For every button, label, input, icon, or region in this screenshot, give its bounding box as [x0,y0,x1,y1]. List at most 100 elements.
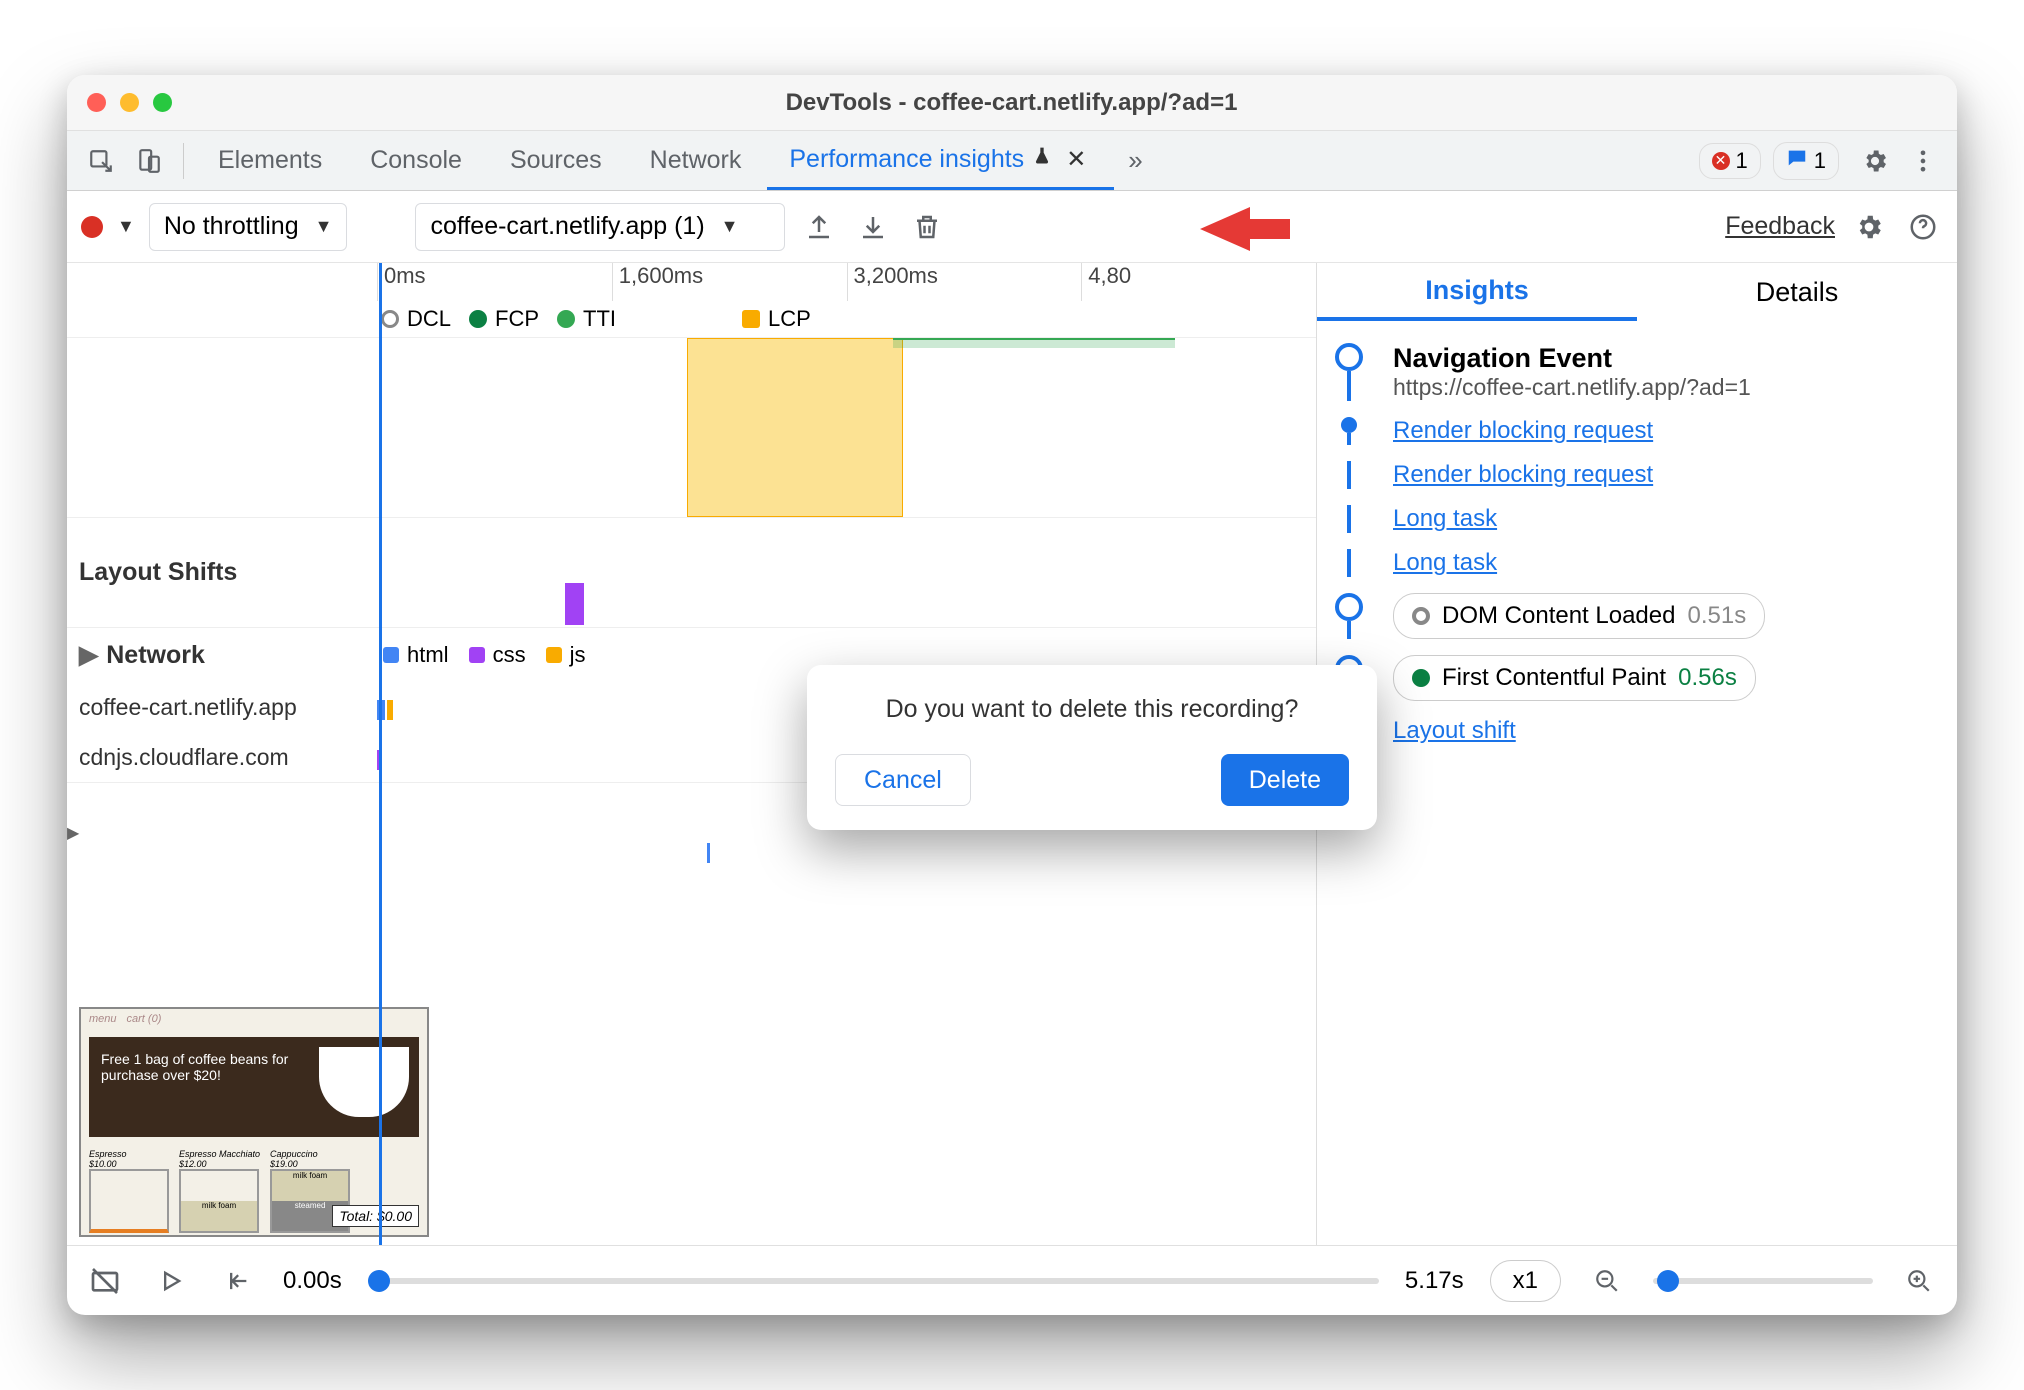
device-toolbar-icon[interactable] [127,139,171,183]
playback-slider[interactable] [368,1278,1379,1284]
insight-long-task[interactable]: Long task [1393,549,1497,577]
messages-badge[interactable]: 1 [1773,142,1839,180]
net-type-html[interactable]: html [383,642,449,668]
insight-fcp-chip[interactable]: First Contentful Paint 0.56s [1393,655,1756,701]
recording-dropdown[interactable]: coffee-cart.netlify.app (1) ▼ [415,203,785,251]
tab-perf-label: Performance insights [789,145,1024,174]
insight-nav-url: https://coffee-cart.netlify.app/?ad=1 [1393,374,1751,401]
tab-elements-label: Elements [218,146,322,175]
tab-network-label: Network [650,146,742,175]
tab-console-label: Console [370,146,462,175]
insight-render-blocking[interactable]: Render blocking request [1393,461,1653,489]
skip-start-icon[interactable] [217,1261,257,1301]
lane-label-network: Network [106,641,205,670]
net-type-js[interactable]: js [546,642,586,668]
marker-tti[interactable]: TTI [557,306,616,332]
throttle-dropdown[interactable]: No throttling ▼ [149,203,348,251]
tab-sources[interactable]: Sources [488,131,624,190]
close-window-button[interactable] [87,93,106,112]
ruler-tick: 1,600ms [612,263,847,301]
devtools-window: DevTools - coffee-cart.netlify.app/?ad=1… [67,75,1957,1315]
filmstrip-frame[interactable]: menu cart (0) Free 1 bag of coffee beans… [79,1007,429,1237]
insight-long-task[interactable]: Long task [1393,505,1497,533]
thumb-nav-menu: menu [89,1013,117,1025]
insight-render-blocking[interactable]: Render blocking request [1393,417,1653,445]
zoom-out-icon[interactable] [1587,1261,1627,1301]
ruler-tick: 4,80 [1081,263,1316,301]
recording-name: coffee-cart.netlify.app (1) [430,212,704,241]
more-tabs-icon[interactable]: » [1118,145,1152,176]
marker-fcp[interactable]: FCP [469,306,539,332]
insights-pane: Insights Details Navigation Event https:… [1317,263,1957,1245]
playhead[interactable] [379,263,382,1245]
thumb-promo: Free 1 bag of coffee beans for purchase … [89,1037,419,1137]
thumb-total: Total: $0.00 [332,1205,419,1227]
green-dot-icon [1412,669,1430,687]
main-lane [67,337,1316,517]
zoom-slider[interactable] [1653,1278,1873,1284]
host-label: coffee-cart.netlify.app [67,694,377,721]
insight-dcl-chip[interactable]: DOM Content Loaded 0.51s [1393,593,1765,639]
inspect-element-icon[interactable] [79,139,123,183]
playback-end-time: 5.17s [1405,1267,1464,1295]
tab-console[interactable]: Console [348,131,484,190]
cancel-button[interactable]: Cancel [835,754,971,806]
settings-icon[interactable] [1853,139,1897,183]
time-ruler: 0ms 1,600ms 3,200ms 4,80 [67,263,1316,301]
lane-label-layout-shifts: Layout Shifts [67,518,377,627]
errors-badge[interactable]: ✕ 1 [1699,143,1761,179]
traffic-lights [87,93,172,112]
right-tabs: Insights Details [1317,263,1957,321]
ring-icon [1412,607,1430,625]
message-icon [1786,147,1808,175]
record-menu-icon[interactable]: ▼ [117,216,135,237]
net-type-css[interactable]: css [469,642,526,668]
layout-shifts-lane: Layout Shifts [67,517,1316,627]
playback-start-time: 0.00s [283,1267,342,1295]
marker-legend: DCL FCP TTI LCP [67,301,1316,337]
marker-lcp[interactable]: LCP [742,306,811,332]
dialog-message: Do you want to delete this recording? [835,695,1349,724]
chevron-down-icon: ▼ [315,216,333,237]
export-icon[interactable] [799,207,839,247]
insight-nav-title: Navigation Event [1393,343,1751,374]
panel-settings-icon[interactable] [1849,207,1889,247]
error-icon: ✕ [1712,152,1730,170]
perf-toolbar: ▼ No throttling ▼ coffee-cart.netlify.ap… [67,191,1957,263]
tab-details[interactable]: Details [1637,263,1957,321]
delete-confirm-dialog: Do you want to delete this recording? Ca… [807,665,1377,830]
import-icon[interactable] [853,207,893,247]
tab-network[interactable]: Network [628,131,764,190]
error-count: 1 [1736,148,1748,174]
tab-elements[interactable]: Elements [196,131,344,190]
speed-pill[interactable]: x1 [1490,1260,1561,1302]
chevron-down-icon: ▼ [721,216,739,237]
play-icon[interactable] [151,1261,191,1301]
message-count: 1 [1814,148,1826,174]
host-label: cdnjs.cloudflare.com [67,744,377,771]
maximize-window-button[interactable] [153,93,172,112]
close-tab-icon[interactable]: ✕ [1060,145,1092,174]
throttle-value: No throttling [164,212,299,241]
ruler-tick: 0ms [377,263,612,301]
delete-icon[interactable] [907,207,947,247]
tab-sources-label: Sources [510,146,602,175]
toggle-screenshots-icon[interactable] [85,1261,125,1301]
record-button[interactable] [81,216,103,238]
tab-insights[interactable]: Insights [1317,263,1637,321]
minimize-window-button[interactable] [120,93,139,112]
playback-bar: 0.00s 5.17s x1 [67,1245,1957,1315]
thumb-nav-cart: cart (0) [127,1013,162,1025]
flask-icon [1032,146,1052,172]
insights-list[interactable]: Navigation Event https://coffee-cart.net… [1317,321,1957,1245]
devtools-tabs: Elements Console Sources Network Perform… [67,131,1957,191]
zoom-in-icon[interactable] [1899,1261,1939,1301]
window-title: DevTools - coffee-cart.netlify.app/?ad=1 [196,89,1827,117]
tab-performance-insights[interactable]: Performance insights ✕ [767,131,1114,190]
insight-layout-shift[interactable]: Layout shift [1393,717,1516,745]
help-icon[interactable] [1903,207,1943,247]
marker-dcl[interactable]: DCL [381,306,451,332]
delete-button[interactable]: Delete [1221,754,1349,806]
feedback-link[interactable]: Feedback [1725,212,1835,241]
kebab-menu-icon[interactable] [1901,139,1945,183]
